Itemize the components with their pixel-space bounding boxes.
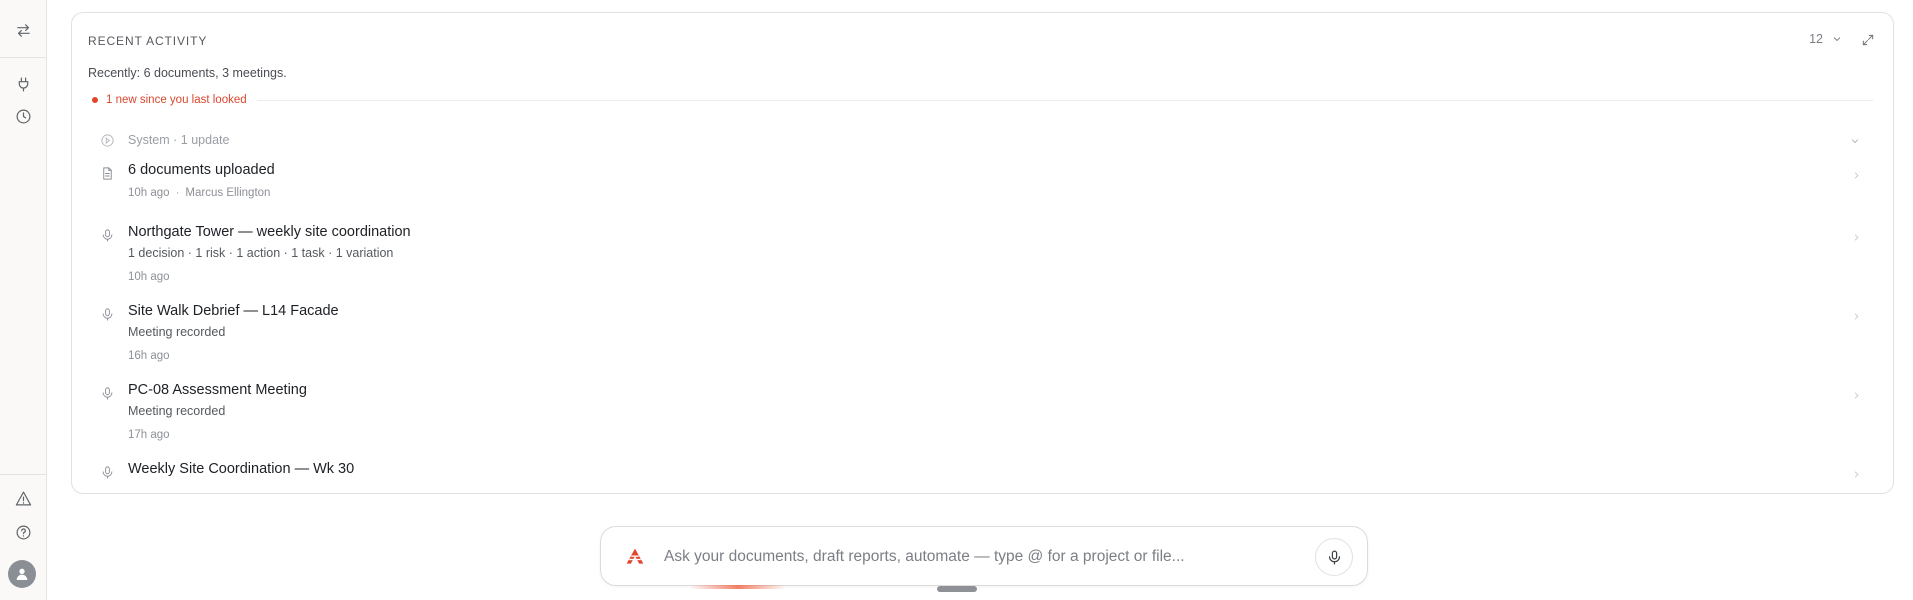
new-dot-icon [92,97,98,103]
chevron-down-icon [1849,134,1863,148]
document-icon [100,166,116,182]
activity-item-title: 6 documents uploaded [128,162,275,178]
person-icon [16,568,28,580]
activity-item[interactable]: PC-08 Assessment Meeting Meeting recorde… [72,382,1893,446]
user-avatar[interactable] [8,560,36,588]
microphone-icon [1328,550,1340,564]
chevron-right-icon [1851,168,1863,180]
activity-item[interactable]: Weekly Site Coordination — Wk 30 [72,461,1893,491]
composer-accent-glow [690,585,786,589]
activity-item-title: PC-08 Assessment Meeting [128,382,307,398]
voice-input-button[interactable] [1315,538,1353,576]
expand-icon [1862,34,1874,46]
warning-triangle-icon [15,491,31,505]
alerts-button[interactable] [10,485,36,511]
microphone-icon [100,386,116,402]
system-icon [100,133,116,149]
microphone-icon [100,307,116,323]
activity-item-title: Weekly Site Coordination — Wk 30 [128,461,355,477]
help-button[interactable] [10,519,36,545]
new-since-line [256,99,1873,101]
app-logo-icon [625,547,645,567]
integrations-button[interactable] [10,71,36,97]
left-rail [0,0,47,600]
meta-separator: · [175,187,180,199]
swap-arrows-icon [16,23,30,37]
activity-summary: Recently: 6 documents, 3 meetings. [88,66,287,80]
rail-divider [0,57,46,58]
chevron-right-icon [1851,388,1863,400]
panel-title: RECENT ACTIVITY [88,34,208,48]
system-updates-row[interactable]: System · 1 update [72,129,1893,153]
activity-item-title: Site Walk Debrief — L14 Facade [128,303,339,319]
count-dropdown[interactable]: 12 [1809,32,1843,46]
activity-item-title: Northgate Tower — weekly site coordinati… [128,224,411,240]
history-button[interactable] [10,103,36,129]
activity-item-time: 10h ago [128,271,170,283]
rail-divider-bottom [0,474,46,475]
activity-item-time: 16h ago [128,350,170,362]
new-since-text: 1 new since you last looked [106,94,247,106]
plug-icon [18,77,28,91]
count-value: 12 [1809,32,1823,46]
activity-item-subtitle: 1 decision · 1 risk · 1 action · 1 task … [128,246,394,260]
expand-panel-button[interactable] [1859,31,1877,49]
composer-input[interactable] [664,541,1304,573]
help-circle-icon [16,525,30,539]
chevron-right-icon [1851,230,1863,242]
chat-composer [600,526,1368,586]
chevron-down-icon [1833,37,1841,42]
activity-item-meta: 10h ago · Marcus Ellington [128,187,270,199]
microphone-icon [100,465,116,481]
activity-item-time: 10h ago [128,187,170,199]
microphone-icon [100,228,116,244]
activity-item-subtitle: Meeting recorded [128,404,226,418]
activity-item-subtitle: Meeting recorded [128,325,226,339]
toggle-sidebar-button[interactable] [10,17,36,43]
activity-item-time: 17h ago [128,429,170,441]
new-since-marker: 1 new since you last looked [92,93,1873,107]
activity-item[interactable]: 6 documents uploaded 10h ago · Marcus Elli… [72,162,1893,208]
activity-item[interactable]: Northgate Tower — weekly site coordinati… [72,224,1893,288]
clock-icon [16,109,30,123]
recent-activity-panel: RECENT ACTIVITY 12 Recently: 6 documents… [71,12,1894,494]
system-row-label: System · 1 update [128,133,230,147]
chevron-right-icon [1851,467,1863,479]
activity-item-author: Marcus Ellington [185,187,271,199]
activity-item[interactable]: Site Walk Debrief — L14 Facade Meeting r… [72,303,1893,367]
drag-handle[interactable] [937,586,977,592]
chevron-right-icon [1851,309,1863,321]
